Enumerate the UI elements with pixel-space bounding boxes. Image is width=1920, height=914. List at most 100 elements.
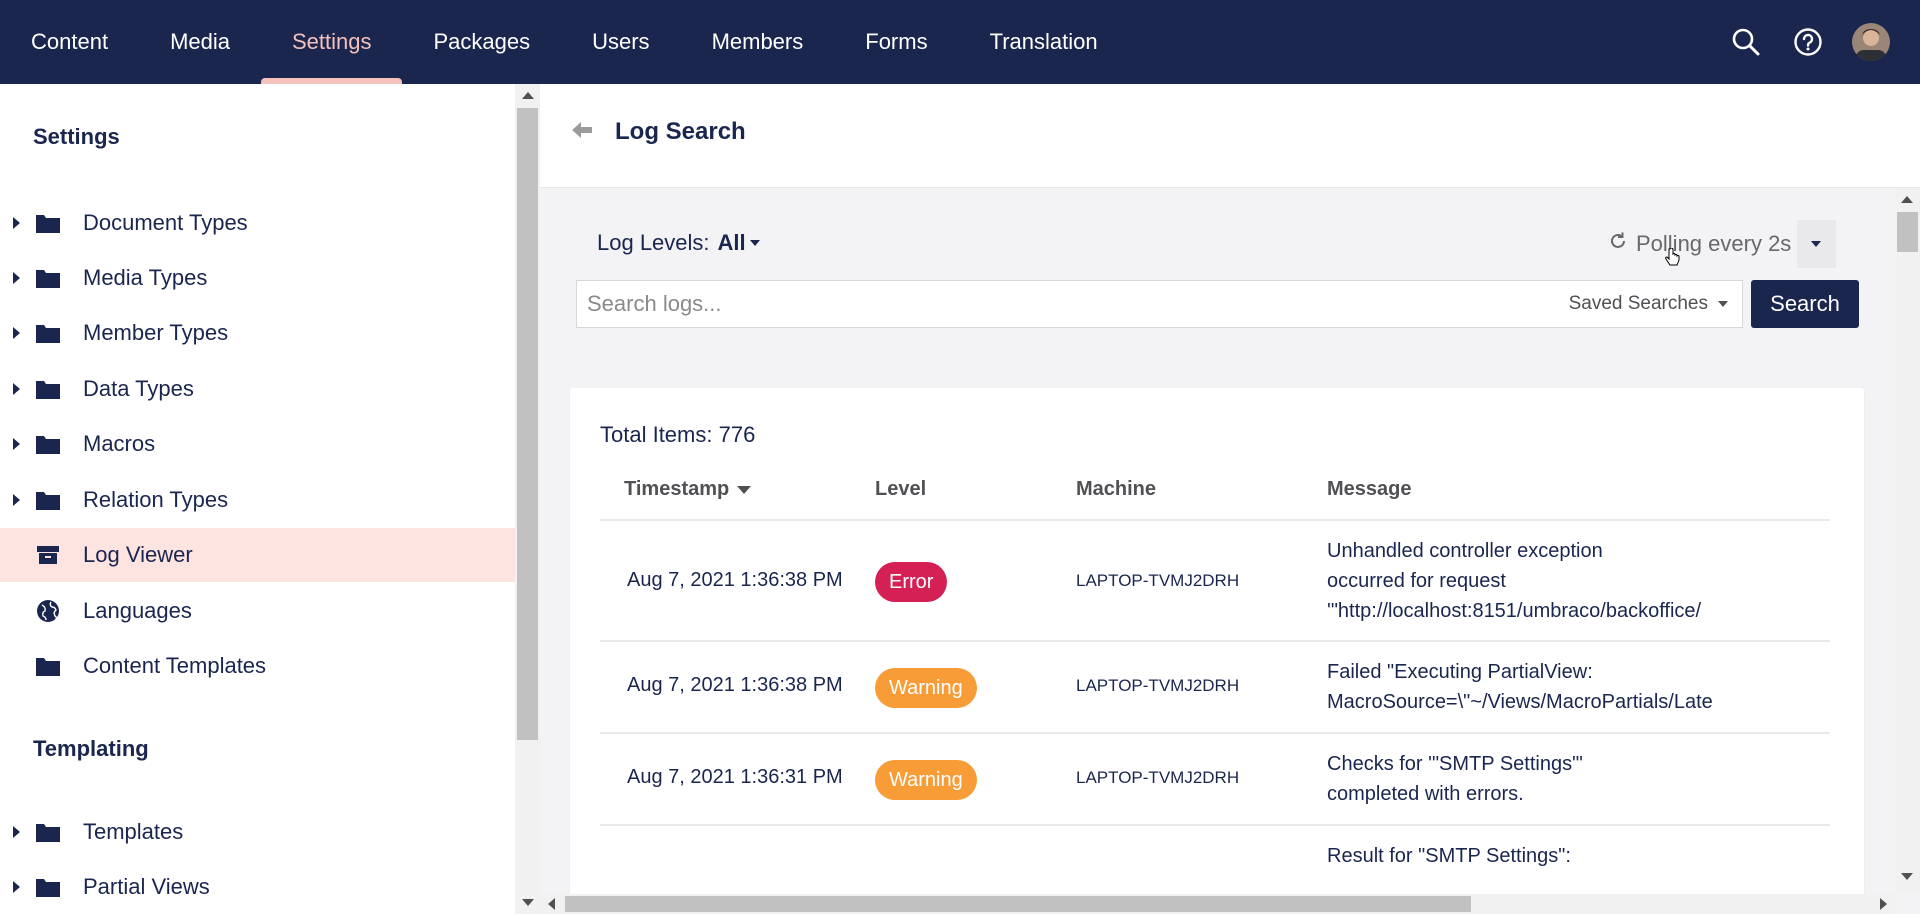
page-title: Log Search [615, 118, 746, 145]
section-nav: Content Media Settings Packages Users Me… [0, 0, 1129, 84]
chevron-down-icon [1718, 301, 1728, 307]
globe-icon [34, 599, 62, 623]
scroll-down-arrow-icon[interactable] [522, 899, 534, 906]
scroll-up-arrow-icon[interactable] [1901, 196, 1913, 203]
sidebar-item-languages[interactable]: Languages [0, 584, 515, 638]
back-arrow-icon[interactable] [572, 120, 594, 140]
sidebar-scrollbar-thumb[interactable] [517, 108, 538, 740]
nav-item-content[interactable]: Content [0, 0, 139, 84]
polling-control: Polling every 2s [1590, 220, 1836, 268]
saved-searches-dropdown[interactable]: Saved Searches [1569, 293, 1742, 315]
sidebar-item-label: Log Viewer [83, 542, 193, 567]
column-header-timestamp[interactable]: Timestamp [624, 478, 752, 501]
main-panel: Log Search Log Levels: All Polling every… [540, 84, 1920, 914]
table-row[interactable]: Aug 7, 2021 1:36:31 PM Warning LAPTOP-TV… [600, 734, 1830, 826]
main-vertical-scrollbar[interactable] [1895, 188, 1920, 894]
expand-caret-icon[interactable] [13, 383, 20, 395]
avatar[interactable] [1852, 23, 1890, 61]
main-vertical-scrollbar-thumb[interactable] [1897, 212, 1918, 252]
nav-label: Users [592, 29, 650, 54]
nav-item-packages[interactable]: Packages [402, 0, 561, 84]
sidebar-item-log-viewer[interactable]: Log Viewer [0, 528, 515, 582]
sidebar: Settings Document Types Media Types Memb… [0, 84, 540, 914]
expand-caret-icon[interactable] [13, 494, 20, 506]
machine-cell: LAPTOP-TVMJ2DRH [1076, 676, 1240, 695]
folder-icon [34, 377, 62, 401]
sidebar-item-label: Templates [83, 819, 184, 844]
scroll-up-arrow-icon[interactable] [522, 92, 534, 99]
help-icon[interactable] [1790, 24, 1826, 60]
folder-icon [34, 432, 62, 456]
polling-label: Polling every 2s [1636, 231, 1792, 256]
sidebar-item-document-types[interactable]: Document Types [0, 196, 515, 250]
table-row[interactable]: Aug 7, 2021 1:36:38 PM Error LAPTOP-TVMJ… [600, 521, 1830, 642]
log-levels-dropdown[interactable]: All [718, 230, 760, 256]
nav-item-members[interactable]: Members [681, 0, 835, 84]
search-button[interactable]: Search [1751, 280, 1859, 328]
sidebar-item-media-types[interactable]: Media Types [0, 251, 515, 305]
table-row[interactable]: Result for "SMTP Settings": [600, 826, 1830, 886]
nav-item-users[interactable]: Users [561, 0, 680, 84]
message-cell: Unhandled controller exception occurred … [1327, 540, 1702, 622]
scroll-down-arrow-icon[interactable] [1901, 873, 1913, 880]
timestamp-cell: Aug 7, 2021 1:36:31 PM [627, 766, 843, 788]
nav-item-translation[interactable]: Translation [959, 0, 1129, 84]
log-levels-filter: Log Levels: All [597, 230, 760, 256]
sidebar-item-partial-views[interactable]: Partial Views [0, 860, 515, 914]
search-input[interactable] [577, 281, 1569, 327]
sidebar-item-data-types[interactable]: Data Types [0, 362, 515, 416]
folder-icon [34, 875, 62, 899]
top-actions [1728, 0, 1890, 84]
folder-icon [34, 654, 62, 678]
log-levels-value: All [717, 230, 746, 255]
sidebar-item-label: Data Types [83, 376, 194, 401]
expand-caret-icon[interactable] [13, 272, 20, 284]
polling-dropdown-toggle[interactable] [1796, 220, 1836, 268]
total-items: Total Items: 776 [600, 422, 756, 447]
sidebar-item-content-templates[interactable]: Content Templates [0, 639, 515, 693]
sidebar-item-macros[interactable]: Macros [0, 417, 515, 471]
message-cell: Checks for '"SMTP Settings"' completed w… [1327, 753, 1583, 805]
nav-item-forms[interactable]: Forms [834, 0, 958, 84]
level-badge: Warning [875, 760, 977, 800]
machine-cell: LAPTOP-TVMJ2DRH [1076, 571, 1240, 590]
expand-caret-icon[interactable] [13, 327, 20, 339]
scroll-left-arrow-icon[interactable] [548, 898, 555, 910]
sidebar-item-relation-types[interactable]: Relation Types [0, 473, 515, 527]
chevron-down-icon [749, 240, 760, 246]
scroll-right-arrow-icon[interactable] [1880, 898, 1887, 910]
polling-button[interactable]: Polling every 2s [1590, 220, 1797, 268]
sidebar-item-label: Member Types [83, 320, 229, 345]
nav-item-media[interactable]: Media [139, 0, 261, 84]
folder-icon [34, 820, 62, 844]
templating-section-title: Templating [33, 736, 149, 761]
sidebar-item-label: Document Types [83, 210, 248, 235]
expand-caret-icon[interactable] [13, 438, 20, 450]
refresh-icon [1608, 231, 1628, 257]
sort-desc-icon [737, 485, 752, 494]
sidebar-item-label: Content Templates [83, 653, 267, 678]
level-badge: Warning [875, 668, 977, 708]
sidebar-item-label: Macros [83, 431, 156, 456]
message-cell: Failed "Executing PartialView: MacroSour… [1327, 661, 1713, 713]
sidebar-item-label: Partial Views [83, 874, 210, 899]
search-icon[interactable] [1728, 24, 1764, 60]
expand-caret-icon[interactable] [13, 826, 20, 838]
expand-caret-icon[interactable] [13, 881, 20, 893]
folder-icon [34, 266, 62, 290]
sidebar-item-templates[interactable]: Templates [0, 805, 515, 859]
nav-label: Members [711, 29, 804, 54]
nav-item-settings[interactable]: Settings [260, 0, 403, 84]
folder-icon [34, 321, 62, 345]
page-header: Log Search [540, 84, 1920, 188]
main-horizontal-scrollbar-thumb[interactable] [565, 896, 1471, 912]
sidebar-item-member-types[interactable]: Member Types [0, 306, 515, 360]
log-levels-label: Log Levels: [597, 230, 710, 255]
message-cell: Result for "SMTP Settings": [1327, 845, 1571, 867]
expand-caret-icon[interactable] [13, 217, 20, 229]
nav-label: Forms [865, 29, 928, 54]
table-row[interactable]: Aug 7, 2021 1:36:38 PM Warning LAPTOP-TV… [600, 642, 1830, 734]
timestamp-cell: Aug 7, 2021 1:36:38 PM [627, 674, 843, 696]
column-header-message: Message [1327, 478, 1412, 500]
archive-icon [34, 543, 62, 567]
